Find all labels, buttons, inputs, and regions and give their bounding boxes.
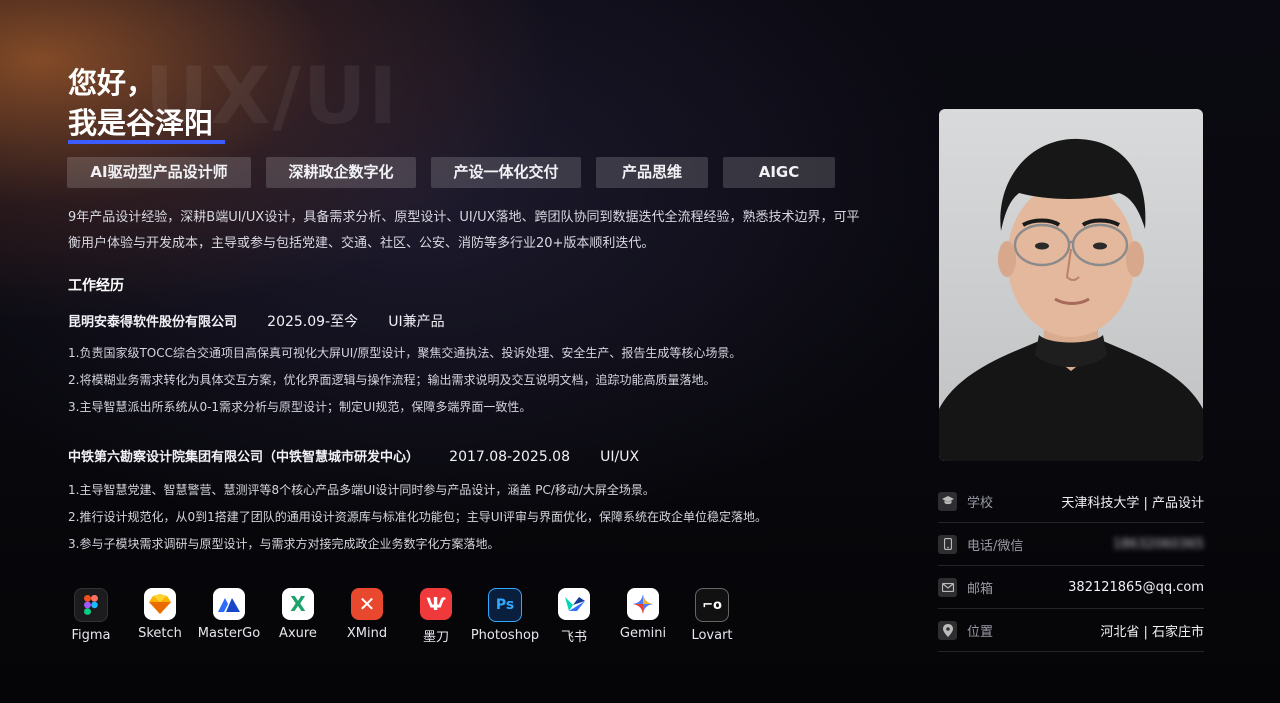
tool-sketch: Sketch <box>114 588 206 645</box>
contact-label: 邮箱 <box>967 581 994 597</box>
tool-label: Lovart <box>691 628 733 643</box>
contact-value: 河北省 | 石家庄市 <box>1100 624 1204 640</box>
job-period: 2017.08-2025.08 <box>449 449 570 465</box>
name-heading: 我是谷泽阳 <box>68 106 214 140</box>
tool-figma: Figma <box>68 588 114 645</box>
job-bullet: 2.推行设计规范化，从0到1搭建了团队的通用设计资源库与标准化功能包；主导UI评… <box>68 510 768 524</box>
contact-location: 位置 河北省 | 石家庄市 <box>938 609 1204 652</box>
contact-school: 学校 天津科技大学 | 产品设计 <box>938 480 1204 523</box>
tool-gemini: Gemini <box>620 588 666 645</box>
tool-lovart: ⌐o Lovart <box>666 588 758 645</box>
job-company: 中铁第六勘察设计院集团有限公司（中铁智慧城市研发中心） <box>68 450 420 465</box>
job-header-2: 中铁第六勘察设计院集团有限公司（中铁智慧城市研发中心） 2017.08-2025… <box>68 446 639 465</box>
tool-axure: X Axure <box>252 588 344 645</box>
xmind-icon: ✕ <box>351 588 383 620</box>
job-bullet: 3.参与子模块需求调研与原型设计，与需求方对接完成政企业务数字化方案落地。 <box>68 537 500 551</box>
tool-label: 飞书 <box>560 630 587 645</box>
feishu-icon <box>558 588 590 620</box>
job-role: UI兼产品 <box>388 314 445 330</box>
mail-icon <box>938 577 957 597</box>
tool-modao: Ѱ 墨刀 <box>390 588 482 645</box>
tool-label: Axure <box>279 626 317 641</box>
gemini-icon <box>627 588 659 620</box>
job-period: 2025.09-至今 <box>267 314 359 330</box>
experience-title: 工作经历 <box>68 278 124 294</box>
tool-xmind: ✕ XMind <box>344 588 390 645</box>
greeting-text: 您好， <box>68 66 156 100</box>
contact-label: 学校 <box>967 495 994 511</box>
contact-label: 电话/微信 <box>967 538 1024 554</box>
tag-gov-digital: 深耕政企数字化 <box>266 157 416 188</box>
contact-email: 邮箱 382121865@qq.com <box>938 566 1204 609</box>
contact-info: 学校 天津科技大学 | 产品设计 电话/微信 18632060365 邮箱 38… <box>938 480 1204 652</box>
tool-feishu: 飞书 <box>528 588 620 645</box>
photoshop-icon: Ps <box>488 588 522 622</box>
sketch-icon <box>144 588 176 620</box>
tool-list: Figma Sketch MasterGo X Axure ✕ XMind Ѱ … <box>68 588 758 645</box>
tool-label: Gemini <box>619 626 667 641</box>
mastergo-icon <box>213 588 245 620</box>
job-bullets-1: 1.负责国家级TOCC综合交通项目高保真可视化大屏UI/原型设计，聚焦交通执法、… <box>68 340 741 421</box>
job-bullet: 1.主导智慧党建、智慧警营、慧测评等8个核心产品多端UI设计同时参与产品设计，涵… <box>68 483 655 497</box>
contact-value: 天津科技大学 | 产品设计 <box>1061 495 1204 511</box>
location-pin-icon <box>938 620 957 640</box>
tool-label: Figma <box>71 628 111 643</box>
job-bullet: 1.负责国家级TOCC综合交通项目高保真可视化大屏UI/原型设计，聚焦交通执法、… <box>68 346 742 360</box>
graduation-cap-icon <box>938 491 957 511</box>
lovart-icon: ⌐o <box>695 588 729 622</box>
contact-phone: 电话/微信 18632060365 <box>938 523 1204 566</box>
job-header-1: 昆明安泰得软件股份有限公司 2025.09-至今 UI兼产品 <box>68 311 445 331</box>
tool-label: 墨刀 <box>422 630 449 645</box>
intro-paragraph: 9年产品设计经验，深耕B端UI/UX设计，具备需求分析、原型设计、UI/UX落地… <box>68 210 860 251</box>
tool-label: Sketch <box>138 626 182 641</box>
tool-label: XMind <box>346 626 388 641</box>
skill-tags: AI驱动型产品设计师 深耕政企数字化 产设一体化交付 产品思维 AIGC <box>67 157 835 188</box>
job-bullet: 2.将模糊业务需求转化为具体交互方案，优化界面逻辑与操作流程；输出需求说明及交互… <box>68 373 716 387</box>
phone-icon <box>938 534 957 554</box>
tag-aigc: AIGC <box>723 157 835 188</box>
contact-value[interactable]: 382121865@qq.com <box>1068 580 1204 595</box>
modao-icon: Ѱ <box>420 588 452 620</box>
job-bullet: 3.主导智慧派出所系统从0-1需求分析与原型设计；制定UI规范，保障多端界面一致… <box>68 400 532 414</box>
axure-icon: X <box>282 588 314 620</box>
tool-mastergo: MasterGo <box>198 588 260 645</box>
job-company: 昆明安泰得软件股份有限公司 <box>68 315 238 330</box>
job-role: UI/UX <box>600 449 640 465</box>
tag-delivery: 产设一体化交付 <box>431 157 581 188</box>
figma-icon <box>74 588 108 622</box>
tool-photoshop: Ps Photoshop <box>471 588 539 645</box>
contact-value: 18632060365 <box>1113 536 1204 552</box>
contact-label: 位置 <box>967 624 994 640</box>
tag-product-thinking: 产品思维 <box>596 157 708 188</box>
tag-ai-designer: AI驱动型产品设计师 <box>67 157 251 188</box>
profile-photo <box>939 109 1203 461</box>
job-bullets-2: 1.主导智慧党建、智慧警营、慧测评等8个核心产品多端UI设计同时参与产品设计，涵… <box>68 477 767 558</box>
tool-label: MasterGo <box>197 626 261 641</box>
name-underline <box>68 140 225 144</box>
